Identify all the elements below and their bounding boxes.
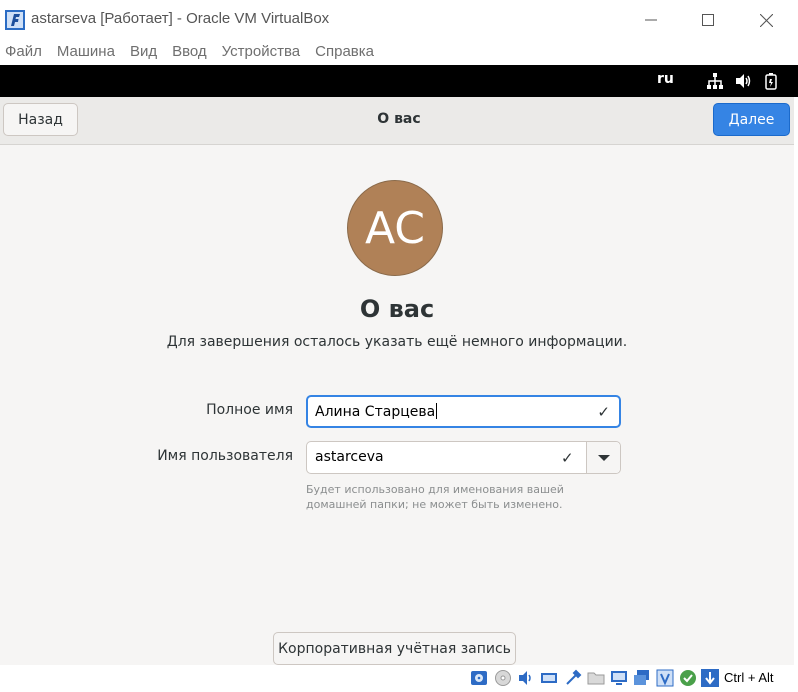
text-caret [436,403,438,419]
host-key-label: Ctrl + Alt [724,670,774,685]
display-icon[interactable] [610,669,628,687]
keyboard-capture-icon[interactable] [701,669,719,687]
maximize-icon [702,14,714,26]
keyboard-layout-indicator[interactable]: ru [657,71,674,87]
guest-top-bar: ru [0,65,798,97]
enterprise-login-button[interactable]: Корпоративная учётная запись [273,632,516,665]
menu-input[interactable]: Ввод [167,40,215,65]
video-capture-icon[interactable] [633,669,651,687]
avatar[interactable]: AC [347,180,443,276]
header-bar: Назад О вас Далее [0,97,798,145]
username-dropdown-button[interactable] [586,442,620,473]
username-value: astarceva [315,449,384,465]
menu-machine[interactable]: Машина [52,40,123,65]
virtualbox-app-icon [5,10,25,30]
page-heading: О вас [359,295,435,323]
menu-bar: Файл Машина Вид Ввод Устройства Справка [0,40,798,65]
close-button[interactable] [743,5,789,35]
close-icon [759,13,773,27]
about-you-page: AC О вас Для завершения осталось указать… [0,145,798,665]
full-name-label: Полное имя [206,402,293,418]
battery-icon[interactable] [762,72,780,90]
volume-icon[interactable] [734,72,752,90]
shared-folders-icon[interactable] [587,669,605,687]
window-title: astarseva [Работает] - Oracle VM Virtual… [31,10,330,27]
maximize-button[interactable] [685,5,731,35]
avatar-initials: AC [364,202,426,254]
username-hint: Будет использовано для именования вашей … [306,483,564,511]
username-label: Имя пользователя [157,448,293,464]
guest-additions-icon[interactable] [679,669,697,687]
minimize-icon [645,19,657,21]
full-name-input[interactable]: Алина Старцева ✓ [306,395,621,428]
menu-view[interactable]: Вид [125,40,165,65]
username-combobox[interactable]: astarceva ✓ [306,441,621,474]
checkmark-icon: ✓ [597,403,610,421]
header-title: О вас [377,111,421,127]
network-icon[interactable] [706,72,724,90]
checkmark-icon: ✓ [561,449,574,467]
network-adapter-icon[interactable] [540,669,558,687]
usb-icon[interactable] [564,669,582,687]
audio-icon[interactable] [517,669,535,687]
menu-devices[interactable]: Устройства [217,40,308,65]
next-button[interactable]: Далее [713,103,790,136]
window-titlebar: astarseva [Работает] - Oracle VM Virtual… [0,0,798,40]
minimize-button[interactable] [628,5,674,35]
menu-help[interactable]: Справка [310,40,382,65]
menu-file[interactable]: Файл [0,40,50,65]
window-edge [794,97,798,667]
hard-disk-icon[interactable] [470,669,488,687]
full-name-value: Алина Старцева [315,403,438,420]
chevron-down-icon [598,455,610,461]
virtualbox-status-bar: Ctrl + Alt [0,665,798,692]
optical-drive-icon[interactable] [494,669,512,687]
virtualization-icon[interactable] [656,669,674,687]
page-subtitle: Для завершения осталось указать ещё немн… [166,334,628,350]
